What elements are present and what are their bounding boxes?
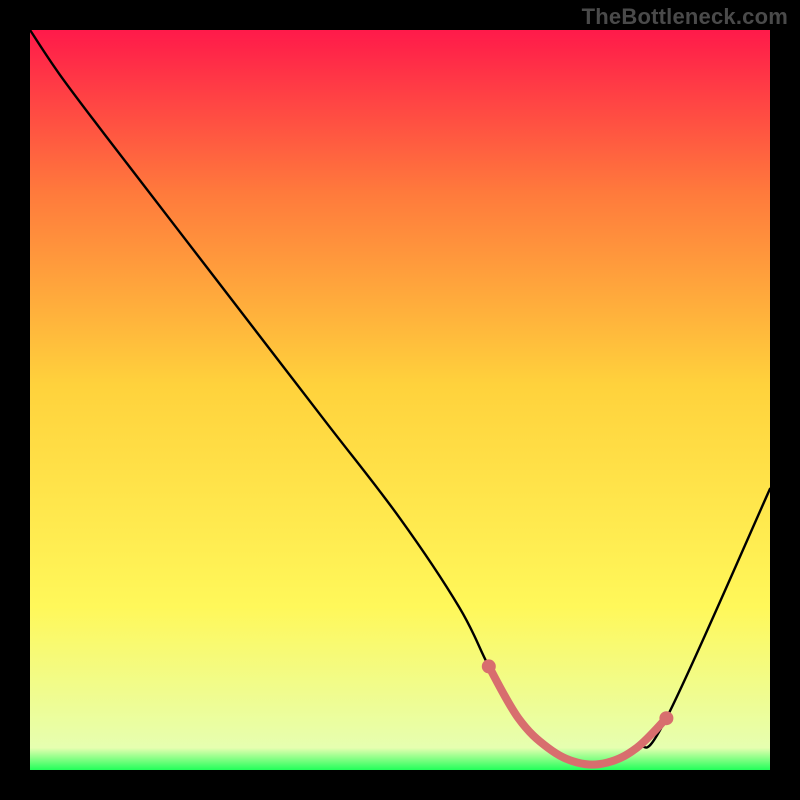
watermark-text: TheBottleneck.com xyxy=(582,4,788,30)
accent-endpoint-right xyxy=(659,711,673,725)
plot-area xyxy=(30,30,770,770)
plot-svg xyxy=(30,30,770,770)
gradient-bg xyxy=(30,30,770,770)
accent-endpoint-left xyxy=(482,659,496,673)
chart-frame: TheBottleneck.com xyxy=(0,0,800,800)
